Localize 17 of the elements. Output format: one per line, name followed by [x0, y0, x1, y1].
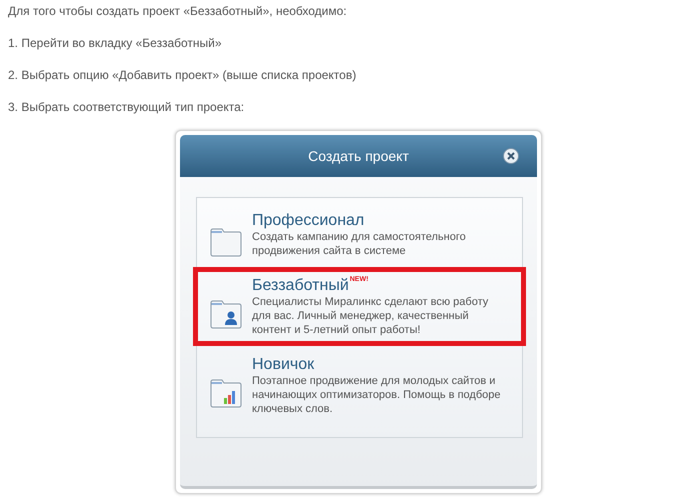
project-type-option[interactable]: Новичок Поэтапное продвижение для молодых сайтов и начинающих оптимизаторов. Помощь в подборе ключевых слов.: [193, 346, 526, 425]
step-text: 3. Выбрать соответствующий тип проекта:: [8, 100, 246, 115]
intro-text: Для того чтобы создать проект «Беззаботный», необходимо:: [8, 3, 348, 19]
folder-icon: [210, 226, 242, 256]
project-type-option[interactable]: Профессионал Создать кампанию для самостоятельного продвижения сайта в системе: [193, 202, 526, 267]
option-description: Создать кампанию для самостоятельного продвижения сайта в системе: [252, 230, 467, 258]
option-title: Профессионал: [252, 211, 364, 230]
option-description: Специалисты Миралинкс сделают всю работу для вас. Личный менеджер, качественный контент и 5-летний опыт работы!: [252, 295, 490, 337]
chart-folder-icon: [210, 378, 242, 408]
dialog-title: Создать проект: [308, 148, 409, 164]
option-title: Новичок: [252, 355, 314, 374]
option-title: Беззаботный: [252, 276, 349, 295]
option-description: Поэтапное продвижение для молодых сайтов и начинающих оптимизаторов. Помощь в подборе ключевых слов.: [252, 374, 502, 416]
step-text: 1. Перейти во вкладку «Беззаботный»: [8, 36, 223, 51]
close-icon[interactable]: [503, 148, 519, 164]
step-text: 2. Выбрать опцию «Добавить проект» (выше списка проектов): [8, 68, 358, 83]
person-folder-icon: [210, 298, 242, 328]
